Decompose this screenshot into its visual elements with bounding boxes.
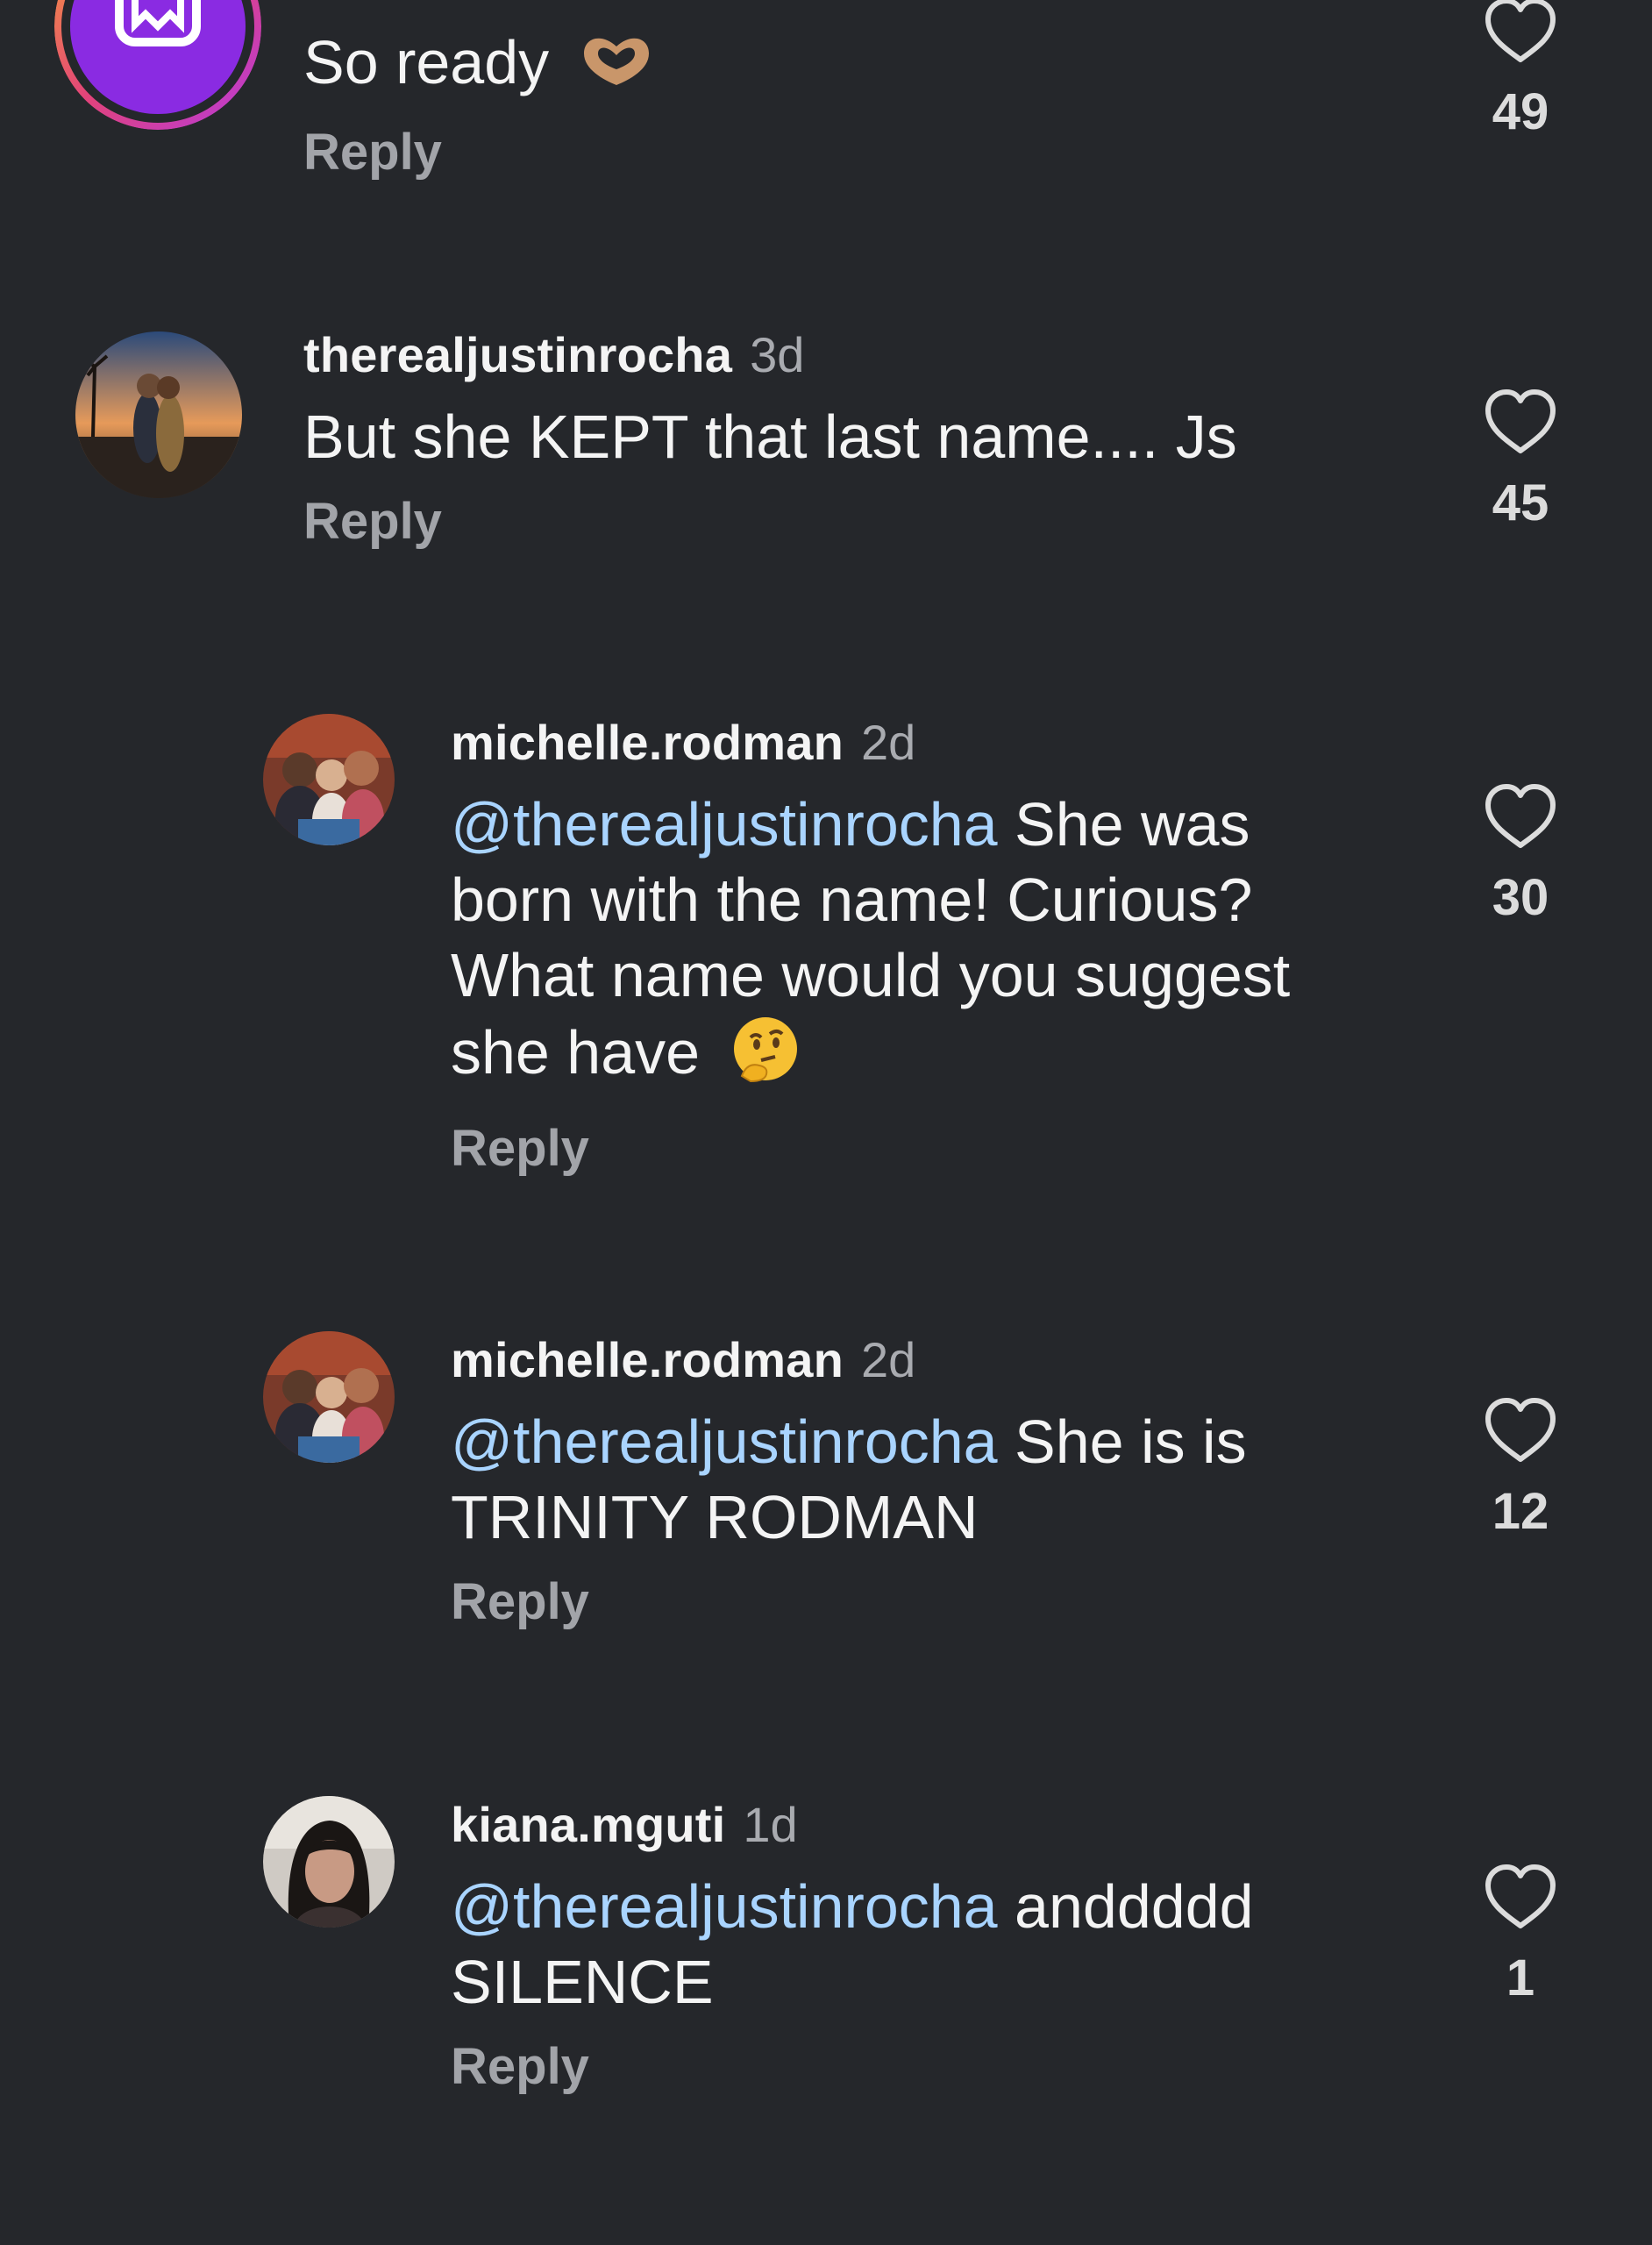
username[interactable]: therealjustinrocha [303,327,732,382]
like-control: 49 [1389,0,1652,141]
comment-text: @therealjustinrocha anddddd SILENCE [451,1869,1254,2020]
profile-photo-icon [263,1796,395,1928]
brand-logo-icon [54,0,261,130]
comment-content: michelle.rodman 2d @therealjustinrocha Sh… [451,714,1290,1178]
comment-text: So ready [303,25,654,105]
like-count: 49 [1492,83,1549,140]
avatar-michelle-rodman[interactable] [263,1331,395,1463]
comment-content: So ready Reply [303,25,654,182]
comment-header: michelle.rodman 2d [451,1331,1247,1388]
like-control: 30 [1389,782,1652,927]
like-control: 12 [1389,1396,1652,1541]
avatar-therealjustinrocha[interactable] [75,331,242,498]
mention-link[interactable]: @therealjustinrocha [451,790,998,859]
reply-button[interactable]: Reply [451,1119,1290,1178]
comment-text-line: What name would you suggest [451,941,1291,1009]
comment-text-line: anddddd [997,1872,1254,1941]
reply-button[interactable]: Reply [451,2037,1254,2096]
like-control: 1 [1389,1863,1652,2007]
comment-content: kiana.mguti 1d @therealjustinrocha andddd… [451,1796,1254,2096]
like-count: 12 [1492,1483,1549,1540]
like-count: 30 [1492,869,1549,926]
heart-outline-icon[interactable] [1483,388,1558,456]
mention-link[interactable]: @therealjustinrocha [451,1408,998,1476]
profile-photo-icon [263,714,395,845]
heart-hands-emoji-icon [579,30,654,105]
comment-2: therealjustinrocha 3d But she KEPT that l… [0,326,1652,616]
avatar-brand[interactable] [54,0,261,130]
comment-text: But she KEPT that last name.... Js [303,403,1237,471]
timestamp: 3d [750,327,805,382]
comment-text-line: she have [451,1017,701,1087]
heart-outline-icon[interactable] [1483,0,1558,65]
profile-photo-icon [263,1331,395,1463]
comment-4: michelle.rodman 2d @therealjustinrocha Sh… [0,1331,1652,1682]
thinking-face-emoji-icon [730,1013,801,1101]
heart-outline-icon[interactable] [1483,1396,1558,1465]
profile-photo-icon [75,331,242,498]
reply-button[interactable]: Reply [451,1572,1247,1631]
like-control: 45 [1389,388,1652,532]
heart-outline-icon[interactable] [1483,782,1558,851]
comment-text-line: TRINITY RODMAN [451,1483,979,1551]
avatar-kiana-mguti[interactable] [263,1796,395,1928]
timestamp: 2d [861,715,916,770]
comment-header: kiana.mguti 1d [451,1796,1254,1853]
comment-content: michelle.rodman 2d @therealjustinrocha Sh… [451,1331,1247,1631]
username[interactable]: michelle.rodman [451,715,844,770]
comment-1: So ready Reply 49 [0,0,1652,289]
username[interactable]: kiana.mguti [451,1797,725,1852]
like-count: 45 [1492,474,1549,531]
comment-3: michelle.rodman 2d @therealjustinrocha Sh… [0,714,1652,1205]
avatar-michelle-rodman[interactable] [263,714,395,845]
like-count: 1 [1506,1949,1535,2006]
comment-text-line: She is is [997,1408,1247,1476]
comment-text-line: SILENCE [451,1948,714,2016]
comment-5: kiana.mguti 1d @therealjustinrocha andddd… [0,1796,1652,2164]
comment-text: @therealjustinrocha She was born with th… [451,787,1290,1101]
comment-text-body: So ready [303,28,550,96]
timestamp: 2d [861,1332,916,1387]
username[interactable]: michelle.rodman [451,1332,844,1387]
timestamp: 1d [743,1797,798,1852]
reply-button[interactable]: Reply [303,123,654,182]
comment-header: therealjustinrocha 3d [303,326,1237,383]
reply-button[interactable]: Reply [303,492,1237,551]
mention-link[interactable]: @therealjustinrocha [451,1872,998,1941]
heart-outline-icon[interactable] [1483,1863,1558,1931]
comment-text-line: born with the name! Curious? [451,866,1253,934]
comment-content: therealjustinrocha 3d But she KEPT that l… [303,326,1237,551]
comment-header: michelle.rodman 2d [451,714,1290,771]
comment-text: @therealjustinrocha She is is TRINITY RO… [451,1404,1247,1555]
comment-text-line: She was [997,790,1250,859]
